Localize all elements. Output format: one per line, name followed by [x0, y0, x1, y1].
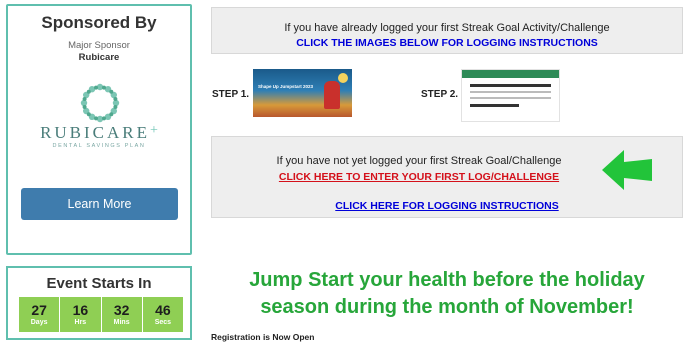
thumb-row — [470, 104, 519, 107]
countdown-value: 32 — [113, 301, 130, 318]
thumb-header-bar — [462, 70, 559, 78]
step-1-thumbnail[interactable]: Shape Up Jumpstart 2023 — [253, 69, 352, 117]
countdown-unit: Days — [30, 318, 48, 326]
event-countdown-card: Event Starts In 27 Days 16 Hrs 32 Mins 4… — [6, 266, 192, 340]
thumb-row — [470, 91, 551, 93]
countdown-days: 27 Days — [19, 297, 61, 332]
countdown-hours: 16 Hrs — [60, 297, 102, 332]
countdown-value: 46 — [155, 301, 171, 318]
event-title: Event Starts In — [46, 275, 152, 292]
sun-graphic — [338, 73, 348, 83]
logo-word-text: RUBICARE — [40, 123, 151, 142]
countdown-value: 16 — [72, 301, 89, 318]
rubicare-logo-icon — [80, 83, 120, 123]
countdown-unit: Mins — [113, 318, 130, 326]
logo-plus: + — [150, 123, 158, 138]
thumb-row — [470, 97, 551, 99]
enter-first-log-link[interactable]: CLICK HERE TO ENTER YOUR FIRST LOG/CHALL… — [212, 171, 626, 183]
logo-wordmark: RUBICARE+ — [8, 123, 190, 143]
thumb-title: Shape Up Jumpstart 2023 — [258, 84, 314, 89]
logging-instructions-link[interactable]: CLICK HERE FOR LOGGING INSTRUCTIONS — [212, 200, 682, 212]
countdown-unit: Hrs — [74, 318, 87, 326]
step-2-thumbnail[interactable] — [461, 69, 560, 122]
countdown-seconds: 46 Secs — [143, 297, 183, 332]
sponsor-name: Rubicare — [78, 52, 120, 63]
headline-line-1: Jump Start your health before the holida… — [249, 269, 645, 291]
countdown-minutes: 32 Mins — [102, 297, 143, 332]
logo-tagline: DENTAL SAVINGS PLAN — [52, 143, 146, 149]
sponsor-card: Sponsored By Major Sponsor Rubicare RUBI… — [6, 4, 192, 255]
registration-status: Registration is Now Open — [211, 332, 315, 342]
step-1-label: STEP 1. — [212, 89, 250, 100]
logging-instructions-images-link[interactable]: CLICK THE IMAGES BELOW FOR LOGGING INSTR… — [212, 37, 682, 49]
sponsor-subtitle: Major Sponsor — [68, 40, 130, 51]
already-logged-text: If you have already logged your first St… — [284, 22, 610, 34]
headline-line-2: season during the month of November! — [260, 296, 634, 318]
countdown-value: 27 — [31, 301, 47, 318]
green-arrow-left-icon — [602, 150, 652, 190]
already-logged-box: If you have already logged your first St… — [211, 7, 683, 54]
learn-more-button[interactable]: Learn More — [21, 188, 178, 220]
not-logged-text: If you have not yet logged your first St… — [276, 155, 562, 167]
thumb-row — [470, 84, 551, 87]
headline: Jump Start your health before the holida… — [211, 267, 683, 321]
sponsor-title: Sponsored By — [41, 13, 157, 32]
countdown-unit: Secs — [154, 318, 172, 326]
person-graphic — [324, 81, 340, 109]
countdown-timer: 27 Days 16 Hrs 32 Mins 46 Secs — [19, 297, 183, 332]
step-2-label: STEP 2. — [421, 89, 459, 100]
